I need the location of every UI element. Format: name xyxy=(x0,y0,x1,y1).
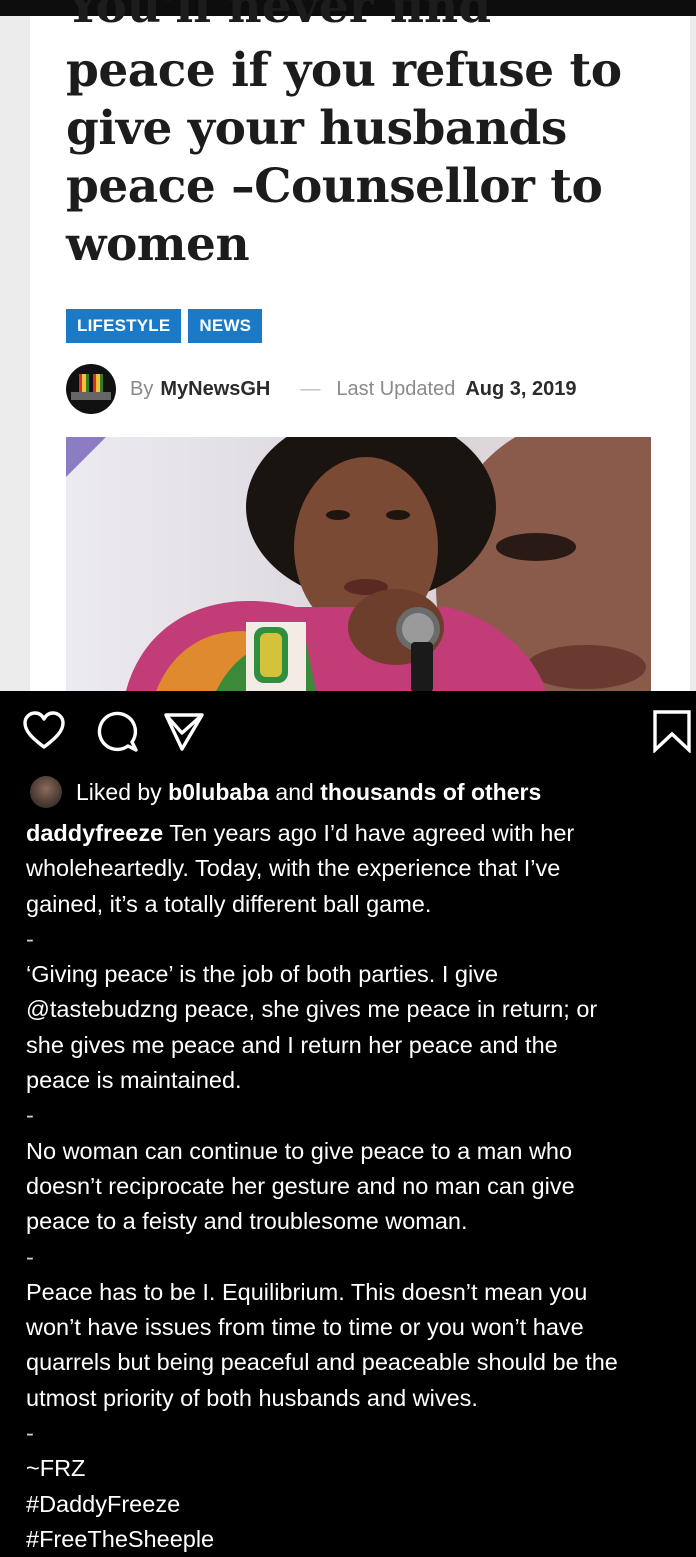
liker-avatar[interactable] xyxy=(30,776,62,808)
caption-line: No woman can continue to give peace to a… xyxy=(26,1137,573,1164)
post-caption: daddyfreeze Ten years ago I’d have agree… xyxy=(26,816,694,1557)
hashtag-daddyfreeze[interactable]: #DaddyFreeze xyxy=(26,1487,694,1522)
article-photo xyxy=(66,437,651,691)
headline-line: peace if you refuse to xyxy=(66,43,622,98)
caption-line: Peace has to be I. Equilibrium. This doe… xyxy=(26,1278,588,1305)
screenshot-page: You'll never find peace if you refuse to… xyxy=(0,0,696,1557)
caption-line: won’t have issues from time to time or y… xyxy=(26,1314,584,1341)
last-updated-label: Last Updated xyxy=(336,377,456,400)
caption-line: gained, it’s a totally different ball ga… xyxy=(26,890,432,917)
caption-text: Ten years ago I’d have agreed with her xyxy=(163,820,575,846)
hashtag-freethesheeple[interactable]: #FreeTheSheeple xyxy=(26,1522,694,1557)
byline-separator: — xyxy=(300,377,321,400)
caption-separator: - xyxy=(26,1243,34,1270)
caption-line: peace is maintained. xyxy=(26,1067,242,1094)
article-screenshot: You'll never find peace if you refuse to… xyxy=(0,0,696,691)
tag-lifestyle[interactable]: LIFESTYLE xyxy=(66,309,182,343)
counsellor-photo xyxy=(66,437,651,691)
caption-line: @tastebudzng peace, she gives me peace i… xyxy=(26,996,598,1023)
liked-by-prefix: Liked by xyxy=(76,778,162,805)
caption-separator: - xyxy=(26,1102,34,1129)
mynewsgh-logo-icon xyxy=(79,374,103,392)
author-avatar[interactable] xyxy=(66,364,116,414)
headline-line: peace –Counsellor to xyxy=(66,159,603,214)
bookmark-icon[interactable] xyxy=(650,709,694,753)
headline-cut-line: You'll never find xyxy=(66,0,492,34)
caption-line: she gives me peace and I return her peac… xyxy=(26,1031,558,1058)
likes-count[interactable]: thousands of others xyxy=(320,779,541,806)
caption-line: ‘Giving peace’ is the job of both partie… xyxy=(26,961,499,988)
liker-username[interactable]: b0lubaba xyxy=(168,779,269,806)
updated-date: Aug 3, 2019 xyxy=(465,377,577,400)
caption-line: peace to a feisty and troublesome woman. xyxy=(26,1208,468,1235)
caption-line: utmost priority of both husbands and wiv… xyxy=(26,1384,478,1411)
caption-separator: - xyxy=(26,925,34,952)
caption-line: quarrels but being peaceful and peaceabl… xyxy=(26,1349,618,1376)
caption-separator: - xyxy=(26,1420,34,1447)
headline-line: give your husbands xyxy=(66,101,567,156)
caption-line: wholeheartedly. Today, with the experien… xyxy=(26,855,561,882)
logo-wordmark xyxy=(71,392,111,400)
paper-plane-icon[interactable] xyxy=(162,709,206,753)
liked-by-and: and xyxy=(275,778,314,805)
caption-username[interactable]: daddyfreeze xyxy=(26,820,163,846)
instagram-post: Liked by b0lubaba and thousands of other… xyxy=(0,691,696,1557)
author-name[interactable]: MyNewsGH xyxy=(160,378,270,401)
caption-first-line: daddyfreeze Ten years ago I’d have agree… xyxy=(26,816,694,851)
caption-signature: ~FRZ xyxy=(26,1455,86,1482)
article-headline: peace if you refuse to give your husband… xyxy=(66,42,666,274)
caption-line: doesn’t reciprocate her gesture and no m… xyxy=(26,1172,575,1199)
byline: By MyNewsGH — Last Updated Aug 3, 2019 xyxy=(66,364,577,414)
headline-line: women xyxy=(66,217,250,272)
category-tags: LIFESTYLE NEWS xyxy=(66,309,263,343)
heart-icon[interactable] xyxy=(22,709,66,753)
liked-by-row[interactable]: Liked by b0lubaba and thousands of other… xyxy=(30,776,541,808)
post-action-bar xyxy=(0,691,696,771)
byline-by: By xyxy=(130,377,154,400)
comment-icon[interactable] xyxy=(96,709,140,753)
tag-news[interactable]: NEWS xyxy=(188,309,263,343)
